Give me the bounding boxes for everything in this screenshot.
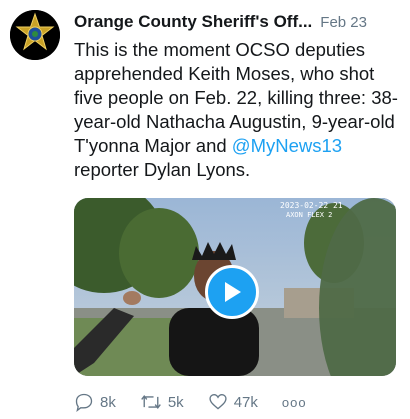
retweet-count: 5k xyxy=(167,393,184,411)
video-caption: AXON FLEX 2 xyxy=(286,211,332,219)
like-count: 47k xyxy=(233,393,258,411)
reply-button[interactable]: 8k xyxy=(74,392,116,412)
mention-link[interactable]: @MyNews13 xyxy=(232,135,342,156)
tweet-date[interactable]: Feb 23 xyxy=(320,14,367,31)
more-icon: ooo xyxy=(281,394,307,410)
like-icon xyxy=(209,393,227,410)
like-button[interactable]: 47k xyxy=(208,392,258,412)
tweet-card[interactable]: Orange County Sheriff's Off... Feb 23 Th… xyxy=(0,0,410,419)
retweet-icon xyxy=(140,394,161,410)
tweet-header: Orange County Sheriff's Off... Feb 23 xyxy=(74,12,400,34)
author-name[interactable]: Orange County Sheriff's Off... xyxy=(74,12,312,32)
tweet-text-after: reporter Dylan Lyons. xyxy=(74,159,251,180)
play-button[interactable] xyxy=(205,265,259,319)
reply-icon xyxy=(75,393,93,412)
tweet-text: This is the moment OCSO deputies apprehe… xyxy=(74,38,402,182)
more-button[interactable]: ooo xyxy=(282,395,307,410)
retweet-button[interactable]: 5k xyxy=(140,392,184,412)
play-icon xyxy=(225,282,241,302)
avatar[interactable] xyxy=(10,10,60,60)
video-timestamp: 2023-02-22 21 xyxy=(280,201,343,210)
reply-count: 8k xyxy=(100,393,116,411)
action-bar: 8k 5k 47k ooo xyxy=(74,389,331,415)
sheriff-star-icon xyxy=(10,10,60,60)
